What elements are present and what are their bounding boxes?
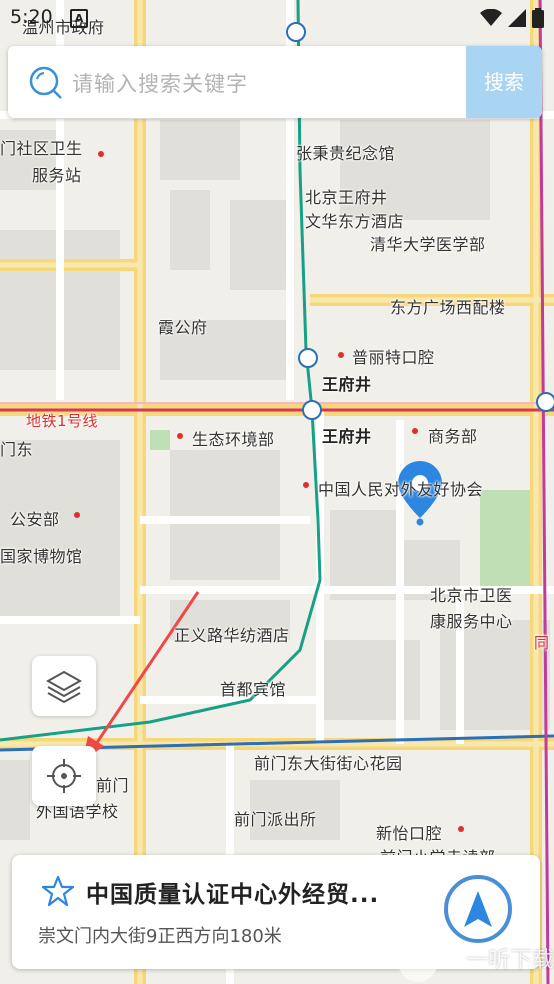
map-label: 张秉贵纪念馆 [296, 144, 396, 163]
map-label: 清华大学医学部 [370, 235, 486, 254]
map-label: 国家博物馆 [0, 547, 83, 566]
map-label: 王府井 [322, 427, 372, 446]
map-label: 中国人民对外友好协会 [318, 480, 484, 499]
locate-button[interactable] [32, 746, 96, 806]
map-label: 公安部 [10, 510, 60, 529]
map-label: 商务部 [428, 427, 478, 446]
hospital-icon [338, 352, 344, 358]
map-label: 前门 [96, 776, 130, 795]
map-label: 文华东方酒店 [305, 212, 405, 231]
map-label: 王府井 [322, 375, 372, 394]
map-view[interactable]: 温州市政府 门社区卫生 服务站 张秉贵纪念馆 北京王府井 文华东方酒店 清华大学… [0, 0, 554, 984]
map-label: 门东 [0, 440, 34, 459]
hospital-icon [98, 151, 104, 157]
poi-dot [74, 512, 80, 518]
watermark-logo [398, 942, 438, 982]
poi-dot [177, 433, 183, 439]
poi-dot [412, 428, 418, 434]
map-label: 生态环境部 [192, 430, 275, 449]
search-input[interactable]: 请输入搜索关键字 [72, 68, 248, 98]
favorite-star-icon[interactable] [42, 875, 74, 907]
metro-line-label: 地铁1号线 [26, 412, 99, 430]
map-label: 首都宾馆 [220, 680, 287, 699]
map-label: 北京市卫医 [430, 586, 513, 605]
map-label: 新怡口腔 [376, 824, 443, 843]
map-label: 霞公府 [158, 318, 208, 337]
map-label: 门社区卫生 [0, 139, 83, 158]
wifi-icon [480, 9, 502, 26]
layers-button[interactable] [32, 656, 96, 716]
location-address: 崇文门内大街9正西方向180米 [38, 926, 282, 947]
battery-icon [532, 8, 544, 28]
watermark-text: 一听下载 [465, 948, 554, 973]
map-label: 正义路华纺酒店 [174, 626, 290, 645]
map-label: 东方广场西配楼 [390, 298, 506, 317]
navigation-arrow-icon [464, 891, 492, 927]
status-time: 5:20 [10, 6, 53, 28]
notification-badge: A [70, 9, 88, 28]
search-button[interactable]: 搜索 [466, 46, 542, 118]
map-label: 前门东大街街心花园 [254, 754, 403, 773]
hospital-icon [458, 826, 464, 832]
map-label: 同 [534, 634, 550, 652]
status-bar: 5:20 A [0, 0, 554, 36]
search-bar: 请输入搜索关键字 搜索 [8, 46, 542, 118]
location-title: 中国质量认证中心外经贸... [86, 882, 380, 908]
crosshair-icon [47, 759, 81, 793]
poi-dot [303, 482, 309, 488]
layers-icon [45, 670, 83, 704]
map-label: 普丽特口腔 [352, 348, 435, 367]
status-icons [480, 8, 544, 28]
map-label: 北京王府井 [305, 188, 388, 207]
map-label: 前门派出所 [234, 810, 317, 829]
signal-icon [508, 9, 526, 27]
map-label: 康服务中心 [430, 612, 513, 631]
navigate-button[interactable] [444, 875, 512, 943]
search-icon [29, 66, 62, 99]
location-info-card[interactable]: 中国质量认证中心外经贸... 崇文门内大街9正西方向180米 [12, 855, 540, 969]
map-label: 服务站 [32, 166, 82, 185]
